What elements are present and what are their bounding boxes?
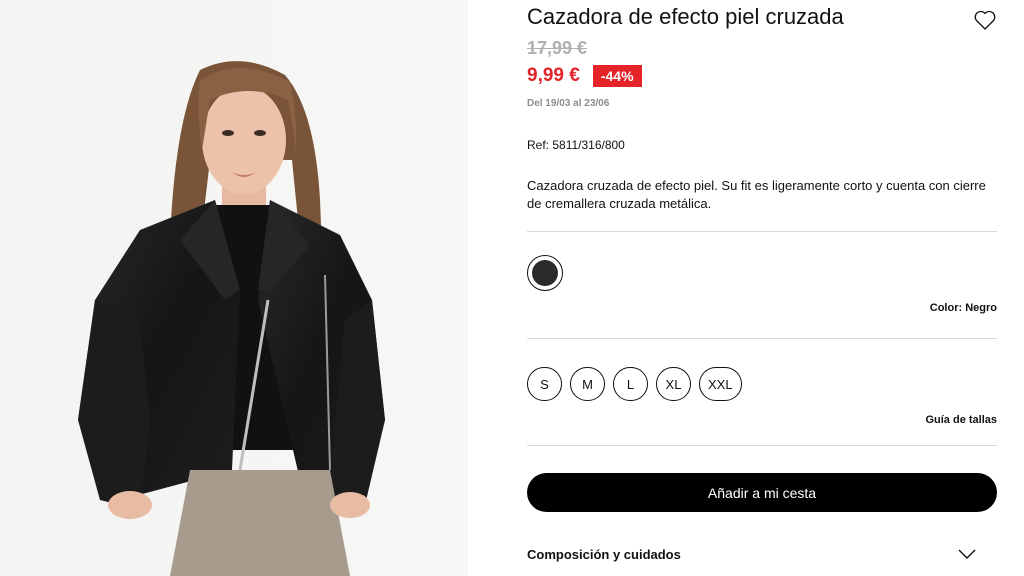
chevron-down-icon: [958, 549, 976, 559]
heart-icon[interactable]: [973, 8, 997, 32]
size-option-xxl[interactable]: XXL: [699, 367, 742, 401]
product-details: Cazadora de efecto piel cruzada 17,99 € …: [527, 0, 997, 576]
divider: [527, 338, 997, 339]
product-page: Cazadora de efecto piel cruzada 17,99 € …: [0, 0, 1024, 576]
size-option-m[interactable]: M: [570, 367, 605, 401]
size-selector: S M L XL XXL: [527, 367, 742, 401]
discount-badge: -44%: [592, 65, 642, 87]
product-title: Cazadora de efecto piel cruzada: [527, 4, 844, 29]
color-swatch-negro[interactable]: [527, 255, 563, 291]
promo-dates: Del 19/03 al 23/06: [527, 98, 610, 109]
product-image[interactable]: [0, 0, 468, 576]
divider: [527, 231, 997, 232]
size-guide-link[interactable]: Guía de tallas: [925, 414, 997, 426]
composition-accordion[interactable]: Composición y cuidados: [527, 540, 997, 568]
size-option-xl[interactable]: XL: [656, 367, 691, 401]
swatch-fill: [532, 260, 558, 286]
product-photo: [0, 0, 468, 576]
sale-price: 9,99 €: [527, 65, 580, 86]
size-option-l[interactable]: L: [613, 367, 648, 401]
price-row: 9,99 € -44%: [527, 64, 642, 88]
size-option-s[interactable]: S: [527, 367, 562, 401]
product-reference: Ref: 5811/316/800: [527, 138, 625, 152]
color-label: Color: Negro: [930, 302, 997, 314]
color-value: Negro: [965, 302, 997, 314]
product-description: Cazadora cruzada de efecto piel. Su fit …: [527, 178, 986, 211]
color-label-prefix: Color:: [929, 302, 966, 314]
original-price: 17,99 €: [527, 38, 588, 58]
accordion-label: Composición y cuidados: [527, 546, 681, 562]
add-to-cart-button[interactable]: Añadir a mi cesta: [527, 473, 997, 512]
divider: [527, 445, 997, 446]
